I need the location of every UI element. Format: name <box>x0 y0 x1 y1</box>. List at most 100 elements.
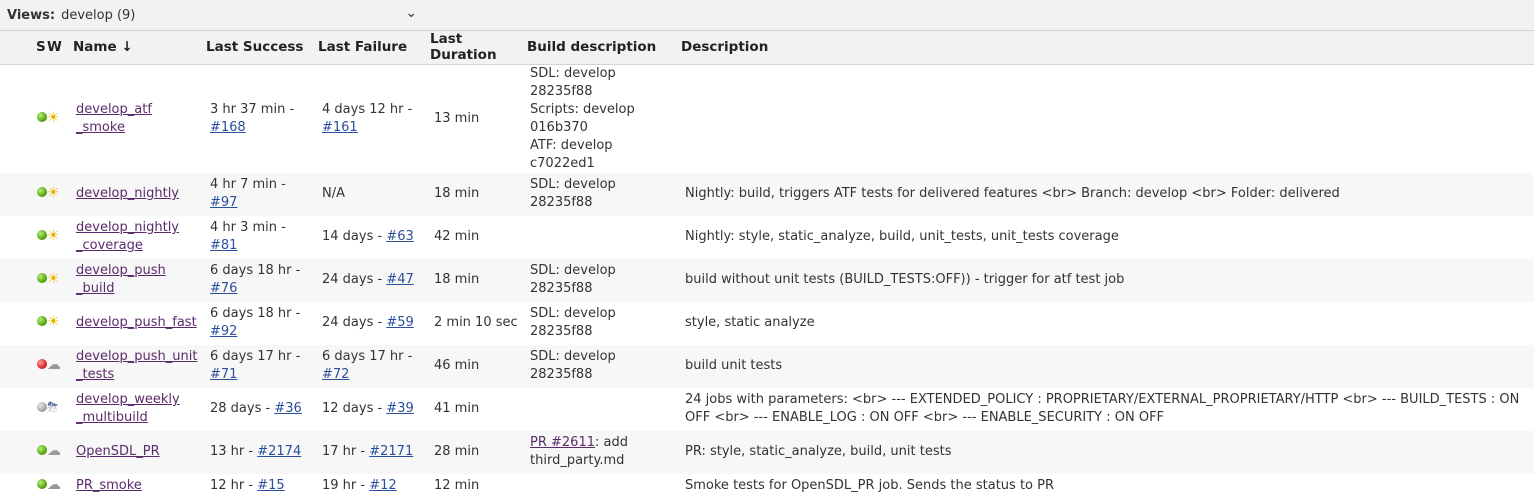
job-name-line: develop_nightly <box>76 220 180 235</box>
last-failure-cell: 6 days 17 hr - #72 <box>318 345 430 388</box>
chevron-down-icon: ⌄ <box>405 4 418 21</box>
job-link[interactable]: develop_nightly _coverage <box>76 220 179 253</box>
status-blue-icon[interactable] <box>37 187 47 197</box>
col-weather[interactable]: W <box>47 31 71 64</box>
description-cell: Nightly: build, triggers ATF tests for d… <box>681 173 1534 216</box>
description-line: Smoke tests for OpenSDL_PR job. Sends th… <box>685 478 1055 493</box>
col-last-success[interactable]: Last Success <box>206 31 318 64</box>
status-blue-icon[interactable] <box>37 479 47 489</box>
last-duration-cell: 42 min <box>434 229 480 244</box>
last-failure-build-link[interactable]: #63 <box>386 229 413 244</box>
status-grey-icon[interactable] <box>37 402 47 412</box>
job-link[interactable]: develop_push_unit _tests <box>76 349 197 382</box>
cloudy-weather-icon[interactable]: ☁ <box>47 358 61 372</box>
sunny-weather-icon[interactable]: ☀ <box>47 272 60 286</box>
last-failure-text: 19 hr - <box>322 478 366 493</box>
last-failure-build-link[interactable]: #2171 <box>369 444 413 459</box>
status-blue-icon[interactable] <box>37 111 47 122</box>
col-status[interactable]: S <box>0 31 47 64</box>
last-duration-cell: 12 min <box>434 478 480 493</box>
description-line: Nightly: build, triggers ATF tests for d… <box>685 186 1340 201</box>
col-last-failure[interactable]: Last Failure <box>318 31 430 64</box>
build-description-cell: SDL: develop 28235f88 <box>527 173 681 216</box>
last-failure-text: 4 days 12 hr - <box>322 101 413 117</box>
weather-cell: ☀ <box>47 173 71 216</box>
last-failure-build-link[interactable]: #59 <box>386 315 413 330</box>
jobs-table: S W Name ↓ Last Success Last Failure Las… <box>0 31 1534 499</box>
status-cell <box>0 173 47 216</box>
description-cell: build without unit tests (BUILD_TESTS:OF… <box>681 259 1534 302</box>
build-description-line: SDL: develop 28235f88 <box>530 263 616 296</box>
last-success-build-link[interactable]: #76 <box>210 281 237 296</box>
last-failure-text: 24 days - <box>322 272 383 287</box>
job-name-line: _coverage <box>76 238 143 253</box>
last-success-build-link[interactable]: #92 <box>210 324 237 339</box>
job-link[interactable]: develop_atf _smoke <box>76 102 152 135</box>
last-success-text: 3 hr 37 min - <box>210 101 295 117</box>
last-success-build-link[interactable]: #2174 <box>257 444 301 459</box>
views-label: Views: <box>7 7 56 23</box>
last-success-cell: 12 hr - #15 <box>206 474 318 499</box>
col-last-duration[interactable]: Last Duration <box>430 31 527 64</box>
build-description-line: ATF: develop c7022ed1 <box>530 137 613 171</box>
last-success-build-link[interactable]: #71 <box>210 367 237 382</box>
last-success-build-link[interactable]: #168 <box>210 120 246 135</box>
build-description-line: SDL: develop 28235f88 <box>530 349 616 382</box>
status-blue-icon[interactable] <box>37 316 47 326</box>
build-description-line: SDL: develop 28235f88 <box>530 306 616 339</box>
last-success-text: 6 days 18 hr - <box>210 263 301 278</box>
build-description-line: 016b370 <box>530 119 588 135</box>
stormy-weather-icon[interactable]: ⛈ <box>47 401 58 415</box>
status-cell <box>0 64 47 173</box>
last-failure-build-link[interactable]: #12 <box>369 478 396 493</box>
job-link[interactable]: OpenSDL_PR <box>76 444 160 459</box>
name-cell: develop_nightly _coverage <box>71 216 206 259</box>
weather-cell: ☁ <box>47 345 71 388</box>
job-link[interactable]: PR_smoke <box>76 478 142 493</box>
name-cell: PR_smoke <box>71 474 206 499</box>
last-failure-build-link[interactable]: #47 <box>386 272 413 287</box>
last-success-build-link[interactable]: #15 <box>257 478 284 493</box>
last-duration-cell: 18 min <box>434 186 480 201</box>
sunny-weather-icon[interactable]: ☀ <box>47 111 60 125</box>
last-success-build-link[interactable]: #81 <box>210 238 237 253</box>
job-link[interactable]: develop_weekly _multibuild <box>76 392 180 425</box>
status-blue-icon[interactable] <box>37 273 47 283</box>
last-failure-text: 6 days 17 hr - <box>322 349 413 364</box>
status-red-icon[interactable] <box>37 359 47 369</box>
status-blue-icon[interactable] <box>37 445 47 455</box>
last-success-text: 13 hr - <box>210 444 254 459</box>
build-description-cell: SDL: develop 28235f88 <box>527 302 681 345</box>
col-build-description[interactable]: Build description <box>527 31 681 64</box>
last-failure-build-link[interactable]: #161 <box>322 120 358 135</box>
build-description-cell: SDL: develop 28235f88 <box>527 345 681 388</box>
description-line: style, static analyze <box>685 315 815 330</box>
last-failure-text: 12 days - <box>322 401 383 416</box>
job-link[interactable]: develop_push_fast <box>76 315 197 330</box>
cloudy-weather-icon[interactable]: ☁ <box>47 478 61 492</box>
job-name-line: develop_push_unit <box>76 349 198 364</box>
col-description[interactable]: Description <box>681 31 1534 64</box>
last-failure-build-link[interactable]: #72 <box>322 367 349 382</box>
sunny-weather-icon[interactable]: ☀ <box>47 315 60 329</box>
sunny-weather-icon[interactable]: ☀ <box>47 229 60 243</box>
status-cell <box>0 431 47 474</box>
views-select[interactable]: develop (9) ⌄ <box>61 4 418 23</box>
last-duration-cell: 13 min <box>434 110 480 126</box>
pr-link[interactable]: PR #2611 <box>530 435 595 450</box>
table-row: ☁ OpenSDL_PR 13 hr - #2174 17 hr - #2171 28 … <box>0 430 1534 474</box>
description-cell: style, static analyze <box>681 302 1534 345</box>
last-success-build-link[interactable]: #36 <box>274 401 301 416</box>
last-success-build-link[interactable]: #97 <box>210 195 237 210</box>
col-name[interactable]: Name ↓ <box>71 31 206 64</box>
cloudy-weather-icon[interactable]: ☁ <box>47 444 61 458</box>
job-link[interactable]: develop_push _build <box>76 263 166 296</box>
status-cell <box>0 388 47 431</box>
last-failure-build-link[interactable]: #39 <box>386 401 413 416</box>
table-row: ☀ develop_atf _smoke 3 hr 37 min - #168 4 day… <box>0 64 1534 173</box>
sunny-weather-icon[interactable]: ☀ <box>47 186 60 200</box>
last-success-cell: 6 days 18 hr - #76 <box>206 259 318 302</box>
job-name-line: develop_push <box>76 263 166 278</box>
status-blue-icon[interactable] <box>37 230 47 240</box>
job-link[interactable]: develop_nightly <box>76 186 179 201</box>
